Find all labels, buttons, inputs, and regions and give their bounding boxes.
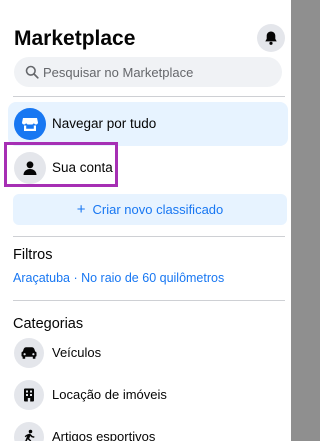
search-input[interactable]: [43, 57, 273, 87]
nav-item-browse-all[interactable]: Navegar por tudo: [8, 102, 288, 146]
search-icon: [25, 65, 39, 79]
sports-icon: [24, 429, 35, 441]
notifications-button[interactable]: [257, 24, 285, 52]
divider: [13, 96, 285, 97]
page-title: Marketplace: [14, 27, 136, 50]
category-item-sporting-goods[interactable]: Artigos esportivos: [8, 418, 288, 441]
category-icon-circle: [14, 422, 44, 441]
nav-icon-circle: [14, 108, 46, 140]
category-item-vehicles[interactable]: Veículos: [8, 334, 288, 374]
bell-icon: [265, 31, 277, 45]
plus-icon: +: [76, 201, 86, 218]
category-icon-circle: [14, 380, 44, 410]
house-icon: [24, 388, 34, 402]
create-listing-label: Criar novo classificado: [92, 202, 224, 217]
categories-title: Categorias: [13, 316, 84, 332]
divider: [13, 236, 285, 237]
divider: [13, 300, 285, 301]
storefront-icon: [22, 118, 38, 131]
category-label: Artigos esportivos: [52, 429, 156, 441]
create-listing-button[interactable]: + Criar novo classificado: [13, 194, 287, 225]
location-filter-link[interactable]: Araçatuba · No raio de 60 quilômetros: [13, 271, 224, 285]
category-icon-circle: [14, 338, 44, 368]
category-label: Locação de imóveis: [52, 387, 167, 402]
category-item-property-rentals[interactable]: Locação de imóveis: [8, 376, 288, 416]
marketplace-sidebar: Marketplace Navegar por tudo: [0, 0, 291, 441]
nav-label-browse-all: Navegar por tudo: [52, 116, 157, 131]
car-icon: [21, 347, 37, 359]
search-bar: [14, 57, 282, 87]
sidebar-header: Marketplace: [14, 24, 286, 54]
highlight-box: [4, 142, 118, 187]
filters-title: Filtros: [13, 247, 53, 263]
category-label: Veículos: [52, 345, 102, 360]
